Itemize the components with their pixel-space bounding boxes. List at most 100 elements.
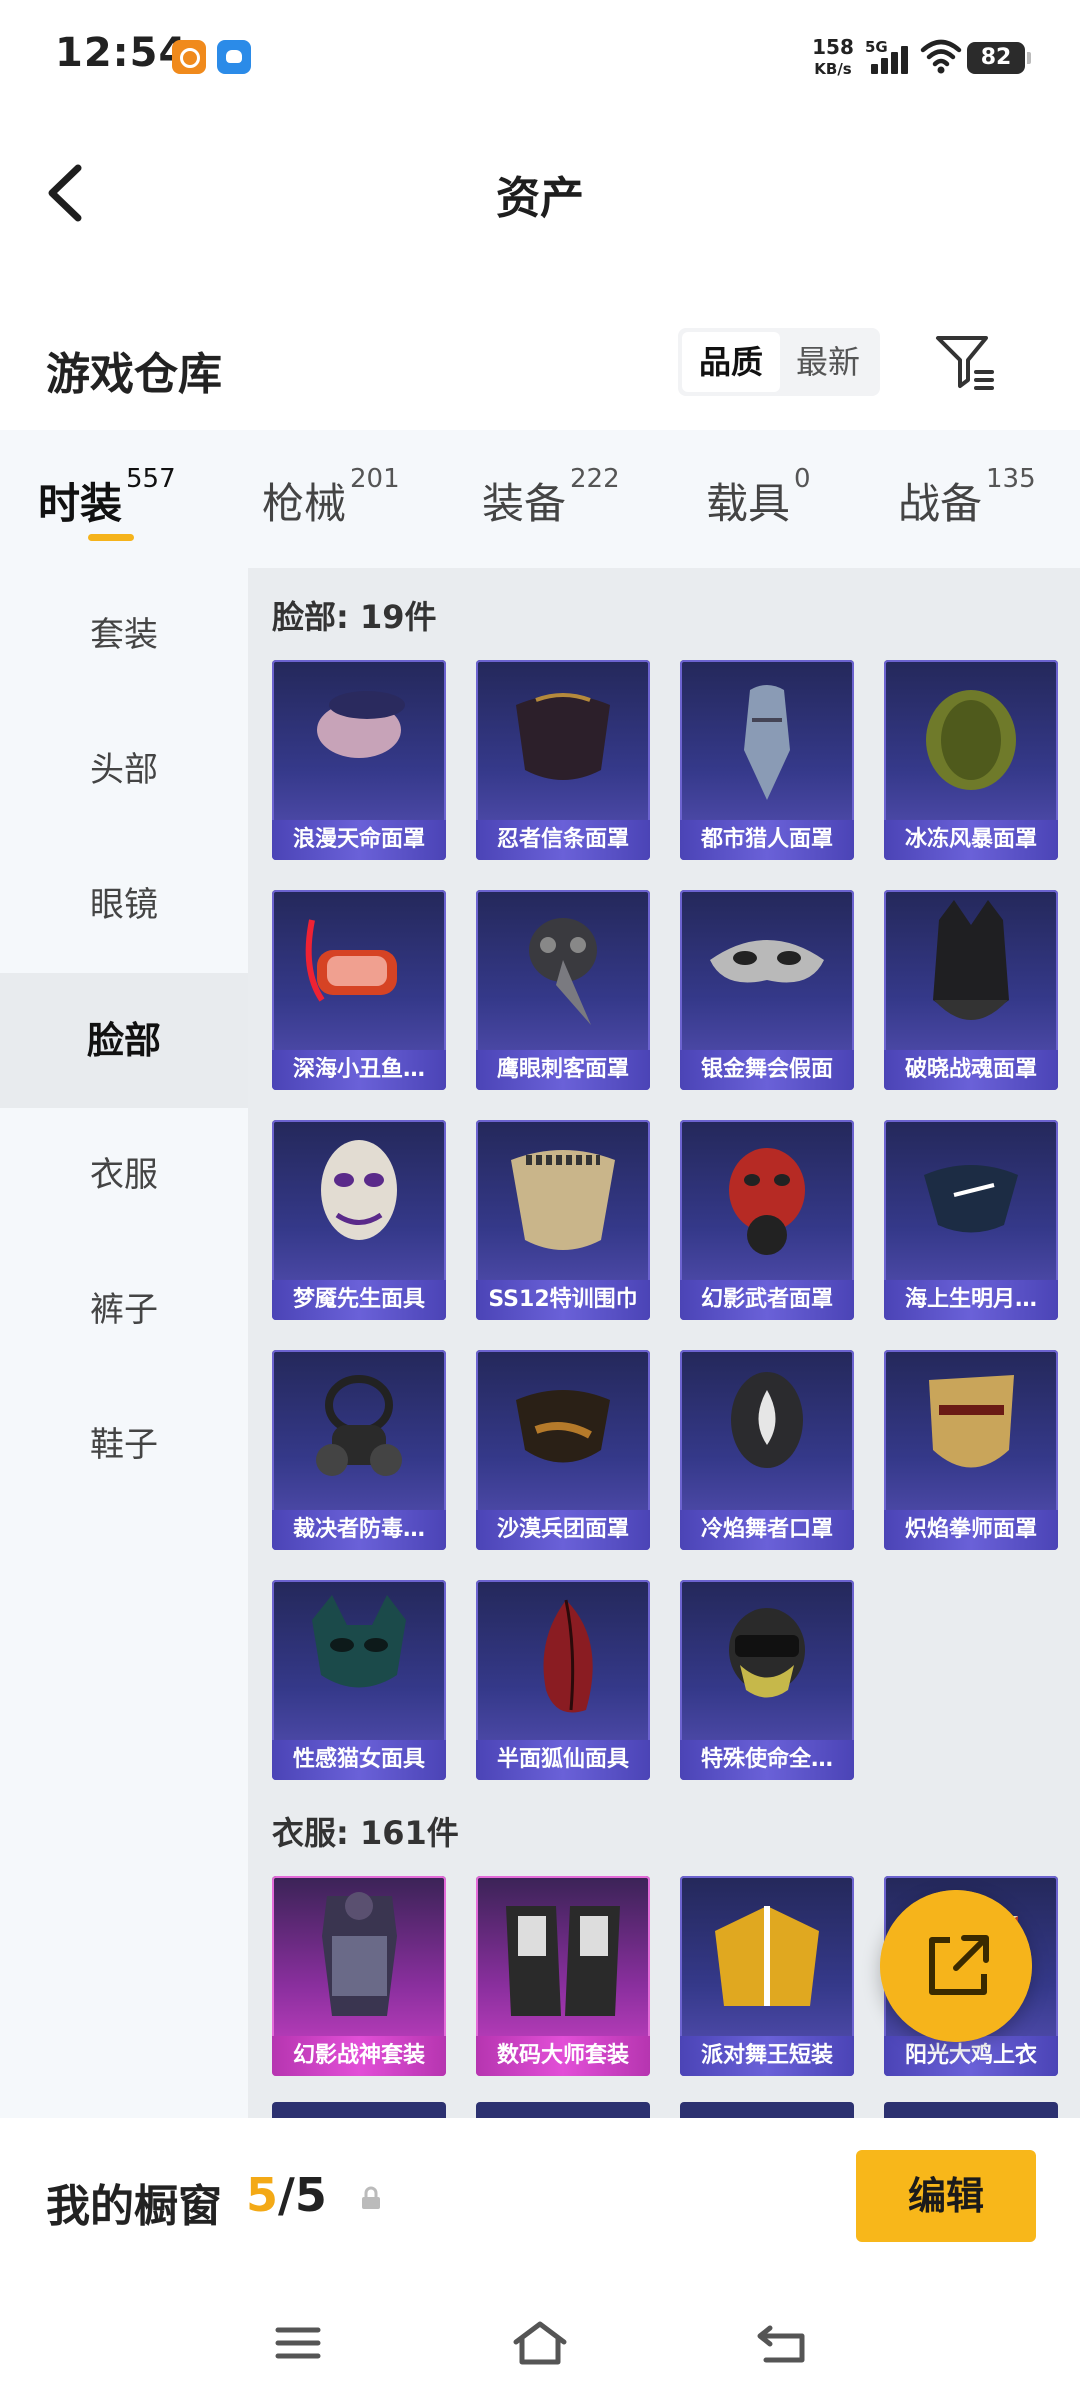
item-card[interactable]: 冰冻风暴面罩 (884, 660, 1058, 860)
status-bar: 12:54 158 KB/s 5G 82 (0, 0, 1080, 110)
menu-icon[interactable] (268, 2318, 328, 2368)
item-image (933, 900, 1009, 1020)
tab-count: 222 (570, 464, 620, 494)
item-image (731, 1372, 803, 1468)
item-image (924, 1165, 1018, 1233)
sidebar-item-shoes[interactable]: 鞋子 (0, 1378, 248, 1513)
sidebar-item-glasses[interactable]: 眼镜 (0, 838, 248, 973)
tab-count: 201 (350, 464, 400, 494)
sidebar-item-sets[interactable]: 套装 (0, 568, 248, 703)
tab-label: 载具 (706, 479, 791, 528)
item-name: 特殊使命全… (680, 1740, 854, 1780)
item-name: 沙漠兵团面罩 (476, 1510, 650, 1550)
tab-weapons[interactable]: 枪械 201 (262, 464, 400, 531)
sort-by-newest[interactable]: 最新 (780, 332, 876, 392)
item-grid: 脸部: 19件 衣服: 161件 浪漫天命面罩 忍者信条面罩 都市猎人面罩 冰冻风暴面… (248, 568, 1080, 2118)
sidebar: 套装 头部 眼镜 脸部 衣服 裤子 鞋子 (0, 568, 248, 2118)
wifi-icon (920, 39, 962, 74)
item-card[interactable]: 幻影战神套装 (272, 1876, 446, 2076)
active-tab-indicator (88, 534, 134, 541)
share-button[interactable] (880, 1890, 1032, 2042)
network-speed-unit: KB/s (814, 60, 852, 78)
showcase-total: /5 (278, 2168, 327, 2222)
item-image (543, 1599, 593, 1713)
item-name: SS12特训围巾 (476, 1280, 650, 1320)
item-name: 冰冻风暴面罩 (884, 820, 1058, 860)
tab-label: 装备 (482, 479, 567, 528)
item-card[interactable]: 银金舞会假面 (680, 890, 854, 1090)
item-card[interactable]: 深海小丑鱼… (272, 890, 446, 1090)
notification-app-icon-2 (217, 40, 251, 74)
sidebar-item-head[interactable]: 头部 (0, 703, 248, 838)
tab-label: 时装 (38, 479, 123, 528)
item-card[interactable]: 浪漫天命面罩 (272, 660, 446, 860)
item-name: 幻影战神套装 (272, 2036, 446, 2076)
item-image (312, 1595, 406, 1688)
showcase-label: 我的橱窗 (46, 2181, 222, 2232)
sidebar-item-face[interactable]: 脸部 (0, 973, 248, 1108)
item-name: 炽焰拳师面罩 (884, 1510, 1058, 1550)
screen: 12:54 158 KB/s 5G 82 资产 游戏仓库 品质 最新 时装 55… (0, 0, 1080, 2400)
back-button[interactable] (38, 158, 98, 228)
page-title: 资产 (496, 173, 584, 224)
item-card[interactable]: 海上生明月… (884, 1120, 1058, 1320)
item-card[interactable]: 裁决者防毒… (272, 1350, 446, 1550)
item-card-partial (680, 2102, 854, 2118)
item-name: 深海小丑鱼… (272, 1050, 446, 1090)
item-card[interactable]: 炽焰拳师面罩 (884, 1350, 1058, 1550)
edit-button[interactable]: 编辑 (856, 2150, 1036, 2242)
item-image (317, 691, 405, 758)
notification-app-icon (172, 40, 206, 74)
item-card[interactable]: SS12特训围巾 (476, 1120, 650, 1320)
tab-count: 0 (794, 464, 811, 494)
item-card[interactable]: 都市猎人面罩 (680, 660, 854, 860)
item-image (322, 1892, 397, 2016)
item-card[interactable]: 梦魇先生面具 (272, 1120, 446, 1320)
item-card[interactable]: 鹰眼刺客面罩 (476, 890, 650, 1090)
tab-fashion[interactable]: 时装 557 (38, 464, 176, 531)
item-card[interactable]: 派对舞王短装 (680, 1876, 854, 2076)
item-image (729, 1148, 805, 1255)
item-card[interactable]: 冷焰舞者口罩 (680, 1350, 854, 1550)
item-image (529, 918, 597, 1025)
signal-icon: 5G (865, 38, 911, 78)
network-speed-value: 158 (812, 35, 854, 59)
item-card[interactable]: 半面狐仙面具 (476, 1580, 650, 1780)
item-name: 破晓战魂面罩 (884, 1050, 1058, 1090)
back-nav-icon[interactable] (752, 2318, 812, 2368)
tab-combat-gear[interactable]: 战备 135 (898, 464, 1036, 531)
item-image (926, 690, 1016, 790)
item-card[interactable]: 数码大师套装 (476, 1876, 650, 2076)
filter-icon[interactable] (932, 330, 996, 394)
item-card[interactable]: 破晓战魂面罩 (884, 890, 1058, 1090)
tab-count: 135 (986, 464, 1036, 494)
item-card-partial (272, 2102, 446, 2118)
sidebar-item-pants[interactable]: 裤子 (0, 1243, 248, 1378)
tab-vehicles[interactable]: 载具 0 (706, 464, 811, 531)
item-image (506, 1906, 620, 2016)
network-type: 5G (865, 38, 888, 56)
item-card[interactable]: 幻影武者面罩 (680, 1120, 854, 1320)
item-image (316, 1375, 402, 1476)
sidebar-item-clothes[interactable]: 衣服 (0, 1108, 248, 1243)
home-icon[interactable] (510, 2318, 570, 2368)
item-card[interactable]: 特殊使命全… (680, 1580, 854, 1780)
section-header-face: 脸部: 19件 (272, 598, 437, 636)
item-name: 数码大师套装 (476, 2036, 650, 2076)
item-card[interactable]: 沙漠兵团面罩 (476, 1350, 650, 1550)
item-image (321, 1140, 397, 1240)
item-card[interactable]: 忍者信条面罩 (476, 660, 650, 860)
item-name: 派对舞王短装 (680, 2036, 854, 2076)
section-header-clothes: 衣服: 161件 (272, 1814, 459, 1852)
item-image (729, 1608, 805, 1698)
battery-indicator: 82 (967, 42, 1031, 74)
item-image (744, 685, 790, 800)
warehouse-title: 游戏仓库 (46, 349, 222, 400)
tab-equipment[interactable]: 装备 222 (482, 464, 620, 531)
item-card[interactable]: 性感猫女面具 (272, 1580, 446, 1780)
sort-by-quality[interactable]: 品质 (682, 332, 780, 392)
sort-toggle: 品质 最新 (678, 328, 880, 396)
item-name: 阳光大鸡上衣 (884, 2036, 1058, 2076)
status-time: 12:54 (55, 30, 188, 76)
tab-label: 战备 (898, 479, 983, 528)
